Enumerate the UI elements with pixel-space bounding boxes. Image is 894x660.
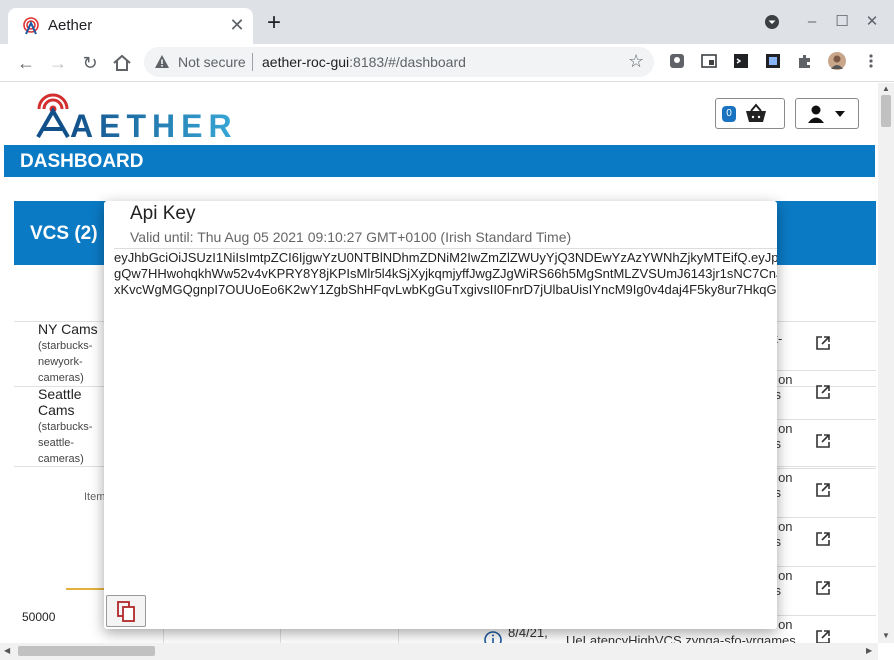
scroll-up-icon[interactable]: ▲ (882, 84, 890, 93)
copy-button[interactable] (106, 595, 146, 627)
open-external-icon[interactable] (815, 580, 831, 596)
maximize-icon[interactable]: ☐ (832, 12, 852, 32)
validity-text: Valid until: Thu Aug 05 2021 09:10:27 GM… (130, 229, 572, 245)
browser-toolbar: ← → ↻ Not secure aether-roc-gui:8183/#/d… (0, 44, 894, 82)
minimize-icon[interactable]: – (802, 12, 822, 32)
open-external-icon[interactable] (815, 335, 831, 351)
cart-count-badge: 0 (722, 106, 736, 122)
new-tab-icon[interactable]: + (262, 11, 286, 36)
info-icon (484, 631, 502, 643)
dashboard-title-bar: DASHBOARD (4, 145, 875, 177)
home-icon[interactable] (110, 51, 134, 75)
chevron-down-icon (835, 111, 845, 117)
close-tab-icon[interactable]: ✕ (226, 14, 248, 36)
dialog-divider (114, 248, 777, 249)
url-text[interactable]: aether-roc-gui:8183/#/dashboard (262, 54, 466, 70)
open-external-icon[interactable] (815, 531, 831, 547)
back-icon[interactable]: ← (14, 51, 38, 75)
horizontal-scrollbar[interactable]: ◀ ▶ (0, 643, 878, 660)
tab-title: Aether (48, 17, 93, 34)
reload-icon[interactable]: ↻ (78, 51, 102, 75)
picture-in-picture-icon[interactable] (700, 52, 718, 70)
browser-tab[interactable]: Aether ✕ (8, 8, 253, 44)
security-label[interactable]: Not secure (178, 54, 246, 70)
address-bar[interactable]: Not secure aether-roc-gui:8183/#/dashboa… (144, 47, 654, 77)
alert-description: UeLatencyHighVCS zynga-sfo-vrgames (566, 633, 796, 643)
open-external-icon[interactable] (815, 433, 831, 449)
extension-badge-icon[interactable] (668, 52, 686, 70)
bookmark-star-icon[interactable]: ☆ (628, 51, 644, 72)
cart-button[interactable]: 0 (715, 98, 785, 129)
svg-text:AETHER: AETHER (70, 108, 238, 143)
warning-icon[interactable] (154, 54, 170, 70)
open-external-icon[interactable] (815, 629, 831, 643)
profile-avatar-icon[interactable] (828, 52, 846, 70)
screenshot-extension-icon[interactable] (764, 52, 782, 70)
horizontal-scroll-thumb[interactable] (18, 646, 155, 656)
api-key-dialog: Api Key Valid until: Thu Aug 05 2021 09:… (104, 201, 777, 629)
aether-logo: AETHER (36, 93, 238, 143)
close-window-icon[interactable]: ✕ (862, 12, 882, 32)
dialog-title: Api Key (130, 203, 196, 224)
vcs-row-id: (starbucks- seattle- cameras) (38, 421, 93, 465)
terminal-extension-icon[interactable] (732, 52, 750, 70)
user-icon (808, 105, 824, 123)
user-menu-button[interactable] (795, 98, 859, 129)
scroll-right-icon[interactable]: ▶ (866, 646, 872, 655)
omnibox-separator (252, 53, 253, 71)
vcs-row-id: (starbucks- newyork- cameras) (38, 340, 93, 384)
extensions-puzzle-icon[interactable] (796, 52, 814, 70)
copy-icon (117, 601, 135, 622)
vcs-row-name[interactable]: NY Cams (38, 321, 98, 337)
chrome-overflow-menu-icon[interactable] (862, 52, 880, 70)
browser-tab-bar: Aether ✕ + – ☐ ✕ (0, 0, 894, 44)
chart-y-tick: 50000 (22, 610, 56, 624)
scroll-left-icon[interactable]: ◀ (4, 646, 10, 655)
aether-favicon-icon (23, 17, 39, 35)
chart-legend-label: Item (84, 491, 106, 503)
scroll-down-icon[interactable]: ▼ (882, 631, 890, 640)
open-external-icon[interactable] (815, 482, 831, 498)
chrome-menu-icon[interactable] (762, 12, 782, 32)
open-external-icon[interactable] (815, 384, 831, 400)
vcs-row-name[interactable]: Seattle Cams (38, 386, 82, 418)
vcs-card-title: VCS (2) (30, 223, 98, 244)
chart-series-line (66, 588, 104, 590)
page-title: DASHBOARD (20, 151, 144, 172)
basket-icon (746, 103, 766, 122)
vertical-scroll-thumb[interactable] (881, 95, 891, 127)
forward-icon[interactable]: → (46, 51, 70, 75)
api-key-text[interactable]: eyJhbGciOiJSUzI1NiIsImtpZCI6IjgwYzU0NTBl… (114, 250, 777, 298)
vertical-scrollbar[interactable]: ▲ ▼ (878, 83, 894, 643)
